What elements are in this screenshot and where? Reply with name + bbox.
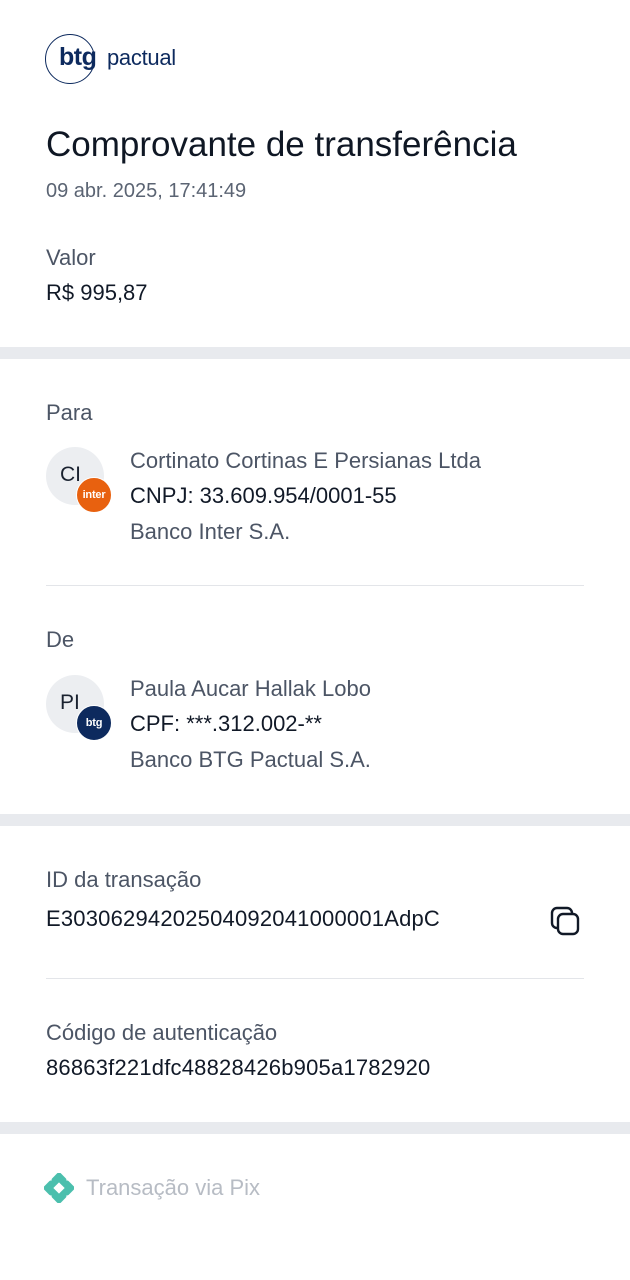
pix-label: Transação via Pix — [86, 1175, 261, 1200]
transaction-datetime: 09 abr. 2025, 17:41:49 — [46, 180, 247, 202]
section-separator — [0, 347, 630, 359]
pix-icon — [44, 1173, 74, 1203]
receipt-page: btg pactual Comprovante de transferência… — [0, 0, 630, 1280]
recipient-section-label: Para — [46, 400, 93, 425]
auth-code-value: 86863f221dfc48828426b905a1782920 — [46, 1055, 431, 1080]
logo-name: pactual — [107, 45, 176, 70]
inter-bank-icon: inter — [76, 477, 112, 513]
auth-code-label: Código de autenticação — [46, 1020, 278, 1045]
recipient-bank: Banco Inter S.A. — [130, 519, 291, 544]
sender-name: Paula Aucar Hallak Lobo — [130, 676, 371, 701]
page-title: Comprovante de transferência — [46, 125, 517, 164]
recipient-document: CNPJ: 33.609.954/0001-55 — [130, 483, 397, 508]
divider — [46, 978, 584, 979]
pix-footer: Transação via Pix — [44, 1172, 260, 1204]
section-separator — [0, 814, 630, 826]
amount-value: R$ 995,87 — [46, 280, 148, 305]
section-separator — [0, 1122, 630, 1134]
recipient-initials: CI — [60, 463, 81, 486]
btg-pactual-logo: btg pactual — [45, 33, 176, 85]
recipient-name: Cortinato Cortinas E Persianas Ltda — [130, 448, 481, 473]
logo-short: btg — [59, 43, 97, 71]
copy-icon — [550, 906, 580, 936]
sender-avatar: PI btg — [46, 675, 112, 741]
amount-label: Valor — [46, 245, 96, 270]
btg-badge-text: btg — [85, 716, 103, 729]
recipient-avatar: CI inter — [46, 447, 112, 513]
transaction-id-value: E30306294202504092041000001AdpC — [46, 906, 441, 931]
btg-bank-icon: btg — [76, 705, 112, 741]
sender-initials: PI — [60, 691, 80, 714]
logo-circle: btg — [45, 34, 97, 84]
copy-transaction-id-button[interactable] — [546, 902, 584, 940]
transaction-id-label: ID da transação — [46, 867, 202, 892]
divider — [46, 585, 584, 586]
sender-document: CPF: ***.312.002-** — [130, 711, 322, 736]
sender-bank: Banco BTG Pactual S.A. — [130, 747, 371, 772]
sender-section-label: De — [46, 627, 75, 652]
inter-badge-text: inter — [82, 488, 106, 501]
